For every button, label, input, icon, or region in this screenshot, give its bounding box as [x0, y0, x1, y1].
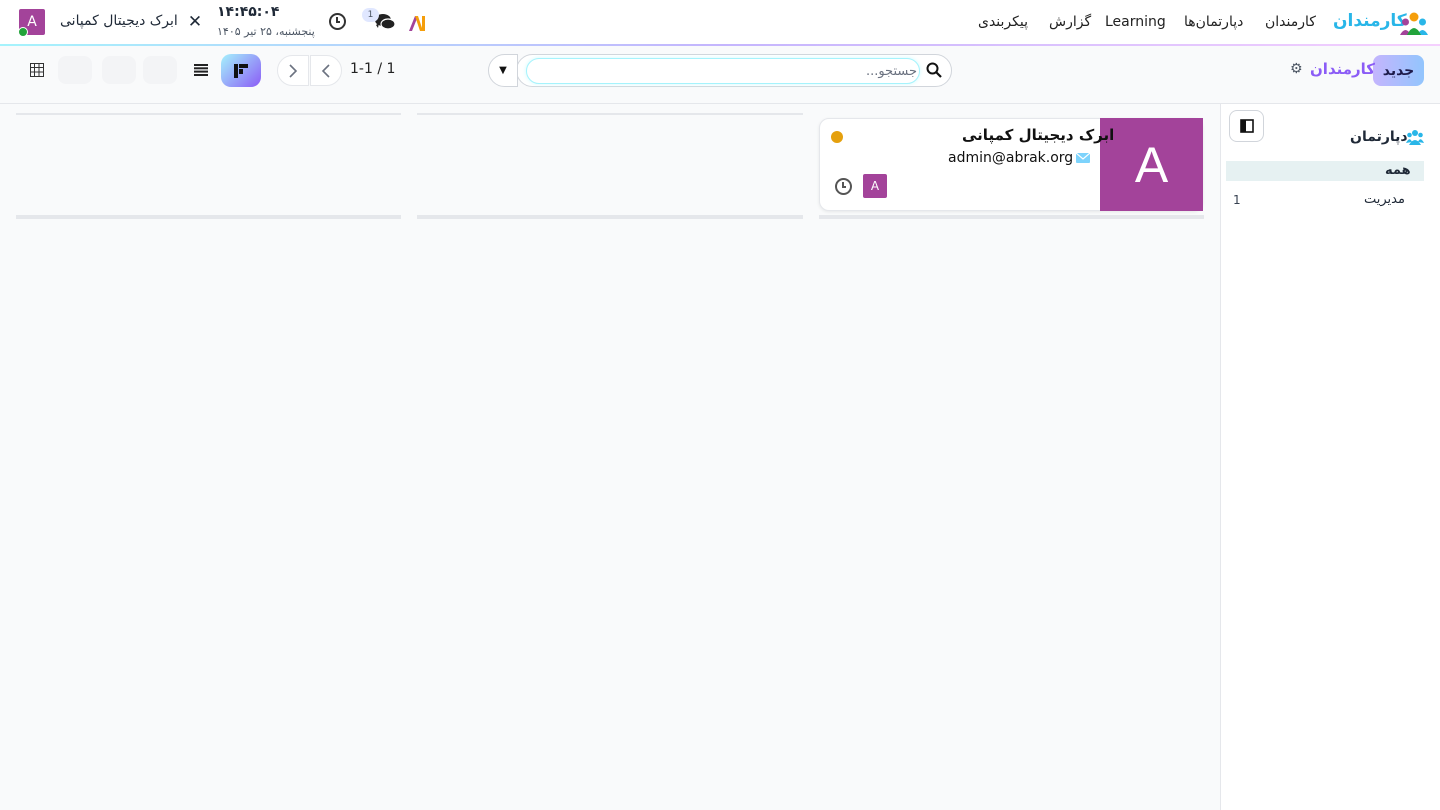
kanban-icon — [234, 63, 248, 78]
pager-previous-button[interactable] — [277, 55, 309, 86]
panel-title: دپارتمان — [1350, 129, 1408, 145]
pivot-view-button[interactable] — [24, 58, 50, 82]
app-title[interactable]: کارمندان — [1333, 11, 1407, 31]
table-grid-icon — [30, 63, 44, 77]
search-input[interactable] — [531, 60, 917, 82]
ai-icon[interactable] — [407, 13, 427, 33]
activity-clock-icon[interactable] — [329, 13, 346, 30]
placeholder-button — [102, 56, 136, 84]
placeholder-button — [143, 56, 177, 84]
search-side-panel — [1220, 104, 1440, 810]
envelope-icon — [1076, 153, 1090, 163]
employee-image: A — [1100, 118, 1203, 211]
sidebar-toggle-icon — [1239, 119, 1254, 133]
messages-badge: 1 — [362, 8, 379, 22]
new-button[interactable]: جدید — [1373, 55, 1424, 86]
presence-status-dot — [831, 131, 843, 143]
department-item-count: 1 — [1233, 193, 1241, 207]
ghost-card-bottom — [819, 215, 1204, 219]
search-icon[interactable] — [926, 62, 942, 78]
company-switcher[interactable]: ابرک دیجیتال کمپانی — [60, 13, 178, 29]
employee-name: ابرک دیجیتال کمپانی — [962, 126, 1115, 144]
tools-icon[interactable]: ✕ — [186, 13, 204, 31]
pager-value[interactable]: 1-1 / 1 — [350, 61, 395, 77]
users-icon — [1406, 130, 1424, 145]
list-view-button[interactable] — [188, 58, 214, 82]
clock-date: پنجشنبه، ۲۵ تیر ۱۴۰۵ — [217, 25, 315, 38]
employee-email: admin@abrak.org — [948, 150, 1074, 166]
department-item-label: همه — [1385, 163, 1411, 178]
kanban-view-button[interactable] — [221, 54, 261, 87]
placeholder-button — [58, 56, 92, 84]
breadcrumb: کارمندان — [1310, 60, 1376, 78]
chevron-right-icon — [289, 63, 298, 78]
menu-employees[interactable]: کارمندان — [1265, 14, 1316, 30]
department-item-management[interactable]: مدیریت — [1364, 192, 1405, 207]
chevron-left-icon — [321, 63, 330, 78]
ghost-card-bottom — [417, 215, 803, 219]
panel-toggle-button[interactable] — [1229, 110, 1264, 142]
app-logo-icon[interactable] — [1400, 11, 1428, 35]
menu-configuration[interactable]: پیکربندی — [978, 14, 1028, 30]
pager-next-button[interactable] — [310, 55, 342, 86]
ghost-card-top — [417, 113, 803, 115]
ghost-card-bottom — [16, 215, 401, 219]
list-icon — [194, 64, 208, 76]
menu-departments[interactable]: دپارتمان‌ها — [1184, 14, 1243, 30]
ghost-card-top — [16, 113, 401, 115]
menu-reporting[interactable]: گزارش — [1049, 14, 1091, 30]
online-status-dot — [18, 27, 28, 37]
clock-time: ۱۴:۴۵:۰۴ — [217, 4, 280, 20]
gear-icon[interactable]: ⚙ — [1290, 61, 1303, 77]
search-options-dropdown[interactable]: ▼ — [488, 54, 518, 87]
menu-learning[interactable]: Learning — [1105, 14, 1166, 30]
activity-clock-icon[interactable] — [835, 178, 852, 195]
related-user-avatar[interactable]: A — [863, 174, 887, 198]
